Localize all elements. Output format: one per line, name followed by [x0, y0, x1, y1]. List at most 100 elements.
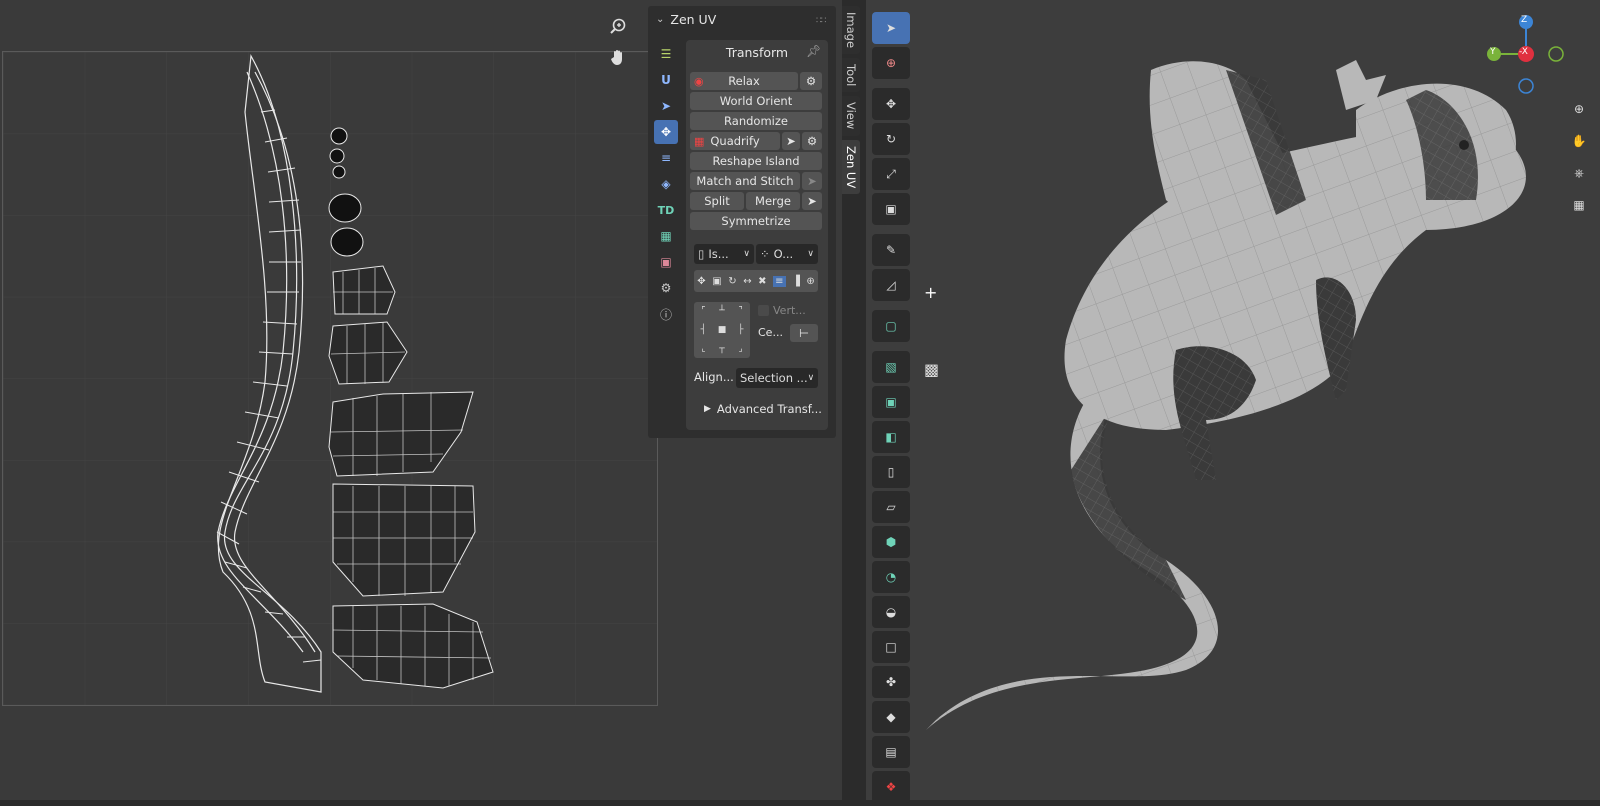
- bevel-tool-icon[interactable]: ◧: [872, 421, 910, 453]
- cursor-crosshair-icon: +: [924, 283, 938, 302]
- annotate-tool-icon[interactable]: ✎: [872, 234, 910, 266]
- align-to-select[interactable]: Selection ... ∨: [736, 368, 818, 388]
- align-left-icon[interactable]: ┤: [694, 321, 713, 340]
- island-icon: ▯: [698, 247, 705, 261]
- align-right-icon[interactable]: ├: [731, 321, 750, 340]
- rotate-tool-icon[interactable]: ↻: [872, 123, 910, 155]
- zen-uv-side-icons: ☰ U ➤ ✥ ≡ ◈ TD ▦ ▣ ⚙ ⓘ: [654, 40, 682, 328]
- package-icon[interactable]: ▣: [654, 250, 678, 274]
- center-toggle-button[interactable]: ⊢: [790, 324, 818, 342]
- island-mode-select[interactable]: ▯ Is... ∨: [694, 244, 754, 264]
- align-top-icon[interactable]: ┴: [713, 302, 732, 321]
- uv-grid-lines: [3, 52, 657, 705]
- cursor-arrow-icon: ➤: [807, 174, 817, 188]
- tab-tool[interactable]: Tool: [842, 58, 860, 93]
- pan-hand-icon[interactable]: [605, 44, 631, 70]
- align-top-left-icon[interactable]: ⌜: [694, 302, 713, 321]
- loop-cut-tool-icon[interactable]: ▯: [872, 456, 910, 488]
- layers-icon[interactable]: ◈: [654, 172, 678, 196]
- uv-grid[interactable]: [2, 51, 658, 706]
- quadrify-settings-button[interactable]: ⚙: [802, 132, 822, 150]
- stack-icon[interactable]: ≡: [654, 146, 678, 170]
- distribute-mode-icon[interactable]: ▐: [792, 276, 800, 287]
- zoom-icon[interactable]: ⊕: [1566, 96, 1592, 122]
- help-icon[interactable]: ⓘ: [654, 302, 678, 326]
- chevron-down-icon: ∨: [807, 249, 814, 259]
- gear-icon: ⚙: [806, 134, 818, 148]
- poly-build-tool-icon[interactable]: ⬢: [872, 526, 910, 558]
- shrink-fatten-tool-icon[interactable]: ✤: [872, 666, 910, 698]
- texel-density-icon[interactable]: TD: [654, 198, 678, 222]
- knife-tool-icon[interactable]: ▱: [872, 491, 910, 523]
- zoom-icon[interactable]: [605, 13, 631, 39]
- relax-button[interactable]: ◉ Relax: [690, 72, 798, 90]
- select-tool-icon[interactable]: ➤: [872, 12, 910, 44]
- gizmo-y-label: Y: [1490, 47, 1496, 57]
- align-center-icon[interactable]: ■: [713, 321, 732, 340]
- tab-zen-uv[interactable]: Zen UV: [842, 139, 860, 194]
- select-arrow-icon[interactable]: ➤: [654, 94, 678, 118]
- vert-checkbox[interactable]: [758, 305, 769, 316]
- pan-hand-icon[interactable]: ✋: [1566, 128, 1592, 154]
- settings-icon[interactable]: ⚙: [654, 276, 678, 300]
- measure-tool-icon[interactable]: ◿: [872, 269, 910, 301]
- reshape-island-button[interactable]: Reshape Island: [690, 152, 822, 170]
- align-mode-icon[interactable]: ≡: [773, 275, 786, 287]
- cursor-tool-icon[interactable]: ⊕: [872, 47, 910, 79]
- match-and-stitch-button[interactable]: Match and Stitch: [690, 172, 800, 190]
- symmetrize-button[interactable]: Symmetrize: [690, 212, 822, 230]
- world-orient-button[interactable]: World Orient: [690, 92, 822, 110]
- spin-tool-icon[interactable]: ◔: [872, 561, 910, 593]
- vert-checkbox-row[interactable]: Vert...: [758, 304, 806, 317]
- smooth-tool-icon[interactable]: ◒: [872, 596, 910, 628]
- randomize-button[interactable]: Randomize: [690, 112, 822, 130]
- extrude-tool-icon[interactable]: ▧: [872, 351, 910, 383]
- cursor-arrow-icon: ➤: [786, 134, 796, 148]
- inset-tool-icon[interactable]: ▣: [872, 386, 910, 418]
- shear-tool-icon[interactable]: ◆: [872, 701, 910, 733]
- match-select-button[interactable]: ➤: [802, 172, 822, 190]
- grid-view-icon[interactable]: ▦: [1566, 192, 1592, 218]
- transform-subpanel: Transform 📌︎ ◉ Relax ⚙ World Orient Rand…: [686, 40, 828, 430]
- u-icon[interactable]: U: [654, 68, 678, 92]
- align-bottom-right-icon[interactable]: ⌟: [731, 339, 750, 358]
- align-bottom-icon[interactable]: ┬: [713, 339, 732, 358]
- zen-uv-tool-icon[interactable]: ❖: [872, 771, 910, 803]
- fit-mode-icon[interactable]: ✖: [758, 276, 766, 287]
- rip-tool-icon[interactable]: ▤: [872, 736, 910, 768]
- edge-slide-tool-icon[interactable]: □: [872, 631, 910, 663]
- tab-image[interactable]: Image: [842, 6, 860, 55]
- transform-icon[interactable]: ✥: [654, 120, 678, 144]
- checker-toggle-icon[interactable]: ▩: [924, 360, 939, 379]
- tab-view[interactable]: View: [842, 96, 860, 136]
- order-mode-select[interactable]: ⁘ O... ∨: [756, 244, 818, 264]
- relax-settings-button[interactable]: ⚙: [800, 72, 822, 90]
- quadrify-button[interactable]: ▦ Quadrify: [690, 132, 780, 150]
- navigation-gizmo[interactable]: Z Y -X: [1486, 14, 1566, 94]
- align-top-right-icon[interactable]: ⌝: [731, 302, 750, 321]
- center-mode-icon[interactable]: ⊕: [806, 276, 814, 287]
- move-tool-icon[interactable]: ✥: [872, 88, 910, 120]
- rotate-mode-icon[interactable]: ↻: [728, 276, 736, 287]
- flip-mode-icon[interactable]: ↔: [743, 276, 751, 287]
- panel-header[interactable]: ⌄ Zen UV: [656, 12, 716, 27]
- scale-tool-icon[interactable]: ⤢: [872, 158, 910, 190]
- camera-icon[interactable]: ⎈: [1566, 160, 1592, 186]
- quadrify-select-button[interactable]: ➤: [782, 132, 800, 150]
- checker-icon[interactable]: ▦: [654, 224, 678, 248]
- add-cube-tool-icon[interactable]: ▢: [872, 310, 910, 342]
- 3d-viewport[interactable]: Z Y -X ⊕ ✋ ⎈ ▦ ▩ +: [866, 0, 1600, 800]
- advanced-transform-toggle[interactable]: ▶ Advanced Transf...: [704, 402, 822, 416]
- merge-select-button[interactable]: ➤: [802, 192, 822, 210]
- drag-handle-icon[interactable]: ∷∷: [816, 16, 827, 26]
- merge-button[interactable]: Merge: [746, 192, 800, 210]
- transform-tool-icon[interactable]: ▣: [872, 193, 910, 225]
- move-mode-icon[interactable]: ✥: [697, 276, 705, 287]
- scale-mode-icon[interactable]: ▣: [712, 276, 721, 287]
- relax-icon: ◉: [694, 74, 704, 88]
- align-bottom-left-icon[interactable]: ⌞: [694, 339, 713, 358]
- split-button[interactable]: Split: [690, 192, 744, 210]
- pin-icon[interactable]: 📌︎: [806, 44, 821, 58]
- align-label: Align...: [694, 370, 734, 384]
- list-icon[interactable]: ☰: [654, 42, 678, 66]
